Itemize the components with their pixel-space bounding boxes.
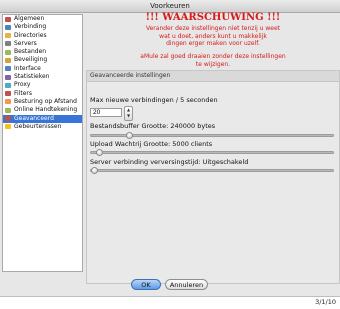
sidebar-item-servers[interactable]: Servers	[3, 40, 82, 48]
upload-queue-label: Upload Wachtrij Grootte: 5000 clients	[90, 140, 213, 148]
group-title: Geavanceerde instellingen	[90, 72, 171, 79]
warning-title: !!! WAARSCHUWING !!!	[145, 12, 281, 23]
sidebar-item-label: Geavanceerd	[14, 114, 54, 122]
sidebar-item-label: Algemeen	[14, 15, 45, 22]
sidebar-item-bestanden[interactable]: Bestanden	[3, 48, 82, 56]
max-connections-input[interactable]	[90, 108, 122, 117]
sidebar-item-verbinding[interactable]: Verbinding	[3, 23, 82, 31]
sidebar-item-label: Statistieken	[14, 73, 50, 81]
sidebar-item-label: Servers	[14, 39, 37, 47]
file-buffer-slider-thumb[interactable]	[126, 132, 134, 139]
sidebar-item-label: Gebeurtenissen	[14, 122, 62, 130]
group-header: Geavanceerde instellingen	[87, 71, 339, 82]
sidebar-item-label: Online Handtekening	[14, 106, 78, 114]
upload-queue-slider-thumb[interactable]	[95, 149, 103, 156]
sidebar-item-proxy[interactable]: Proxy	[3, 81, 82, 89]
server-icon	[5, 41, 11, 47]
window-icon	[5, 66, 11, 72]
warning-line-3: dingen erger maken voor uzelf.	[166, 40, 260, 47]
server-refresh-slider-thumb[interactable]	[91, 167, 98, 174]
sidebar-item-besturing-op-afstand[interactable]: Besturing op Afstand	[3, 98, 82, 106]
filter-icon	[5, 91, 11, 97]
advanced-settings-group: Geavanceerde instellingen Max nieuwe ver…	[86, 70, 340, 284]
sidebar-item-label: Verbinding	[14, 23, 47, 31]
sidebar-item-label: Besturing op Afstand	[14, 97, 77, 105]
sidebar-item-label: Proxy	[14, 81, 31, 89]
sidebar-item-algemeen[interactable]: Algemeen	[3, 15, 82, 23]
max-connections-stepper[interactable]: ▲ ▼	[124, 106, 133, 121]
sidebar-item-statistieken[interactable]: Statistieken	[3, 73, 82, 81]
proxy-icon	[5, 82, 11, 88]
folder-icon	[5, 33, 11, 39]
sidebar-item-label: Filters	[14, 89, 32, 97]
ok-button[interactable]: OK	[131, 279, 161, 290]
lock-icon	[5, 57, 11, 63]
sidebar-item-label: Bestanden	[14, 48, 47, 56]
sidebar-item-interface[interactable]: Interface	[3, 65, 82, 73]
file-buffer-label: Bestandsbuffer Grootte: 240000 bytes	[90, 122, 216, 130]
file-icon	[5, 49, 11, 55]
preferences-window: Voorkeuren Algemeen Verbinding Directories…	[0, 0, 340, 297]
main-panel: !!! WAARSCHUWING !!! Verander deze inste…	[86, 12, 340, 284]
remote-icon	[5, 99, 11, 105]
sidebar-item-filters[interactable]: Filters	[3, 90, 82, 98]
sidebar-item-geavanceerd[interactable]: Geavanceerd	[3, 114, 82, 123]
sidebar-item-directories[interactable]: Directories	[3, 32, 82, 40]
signature-icon	[5, 107, 11, 113]
cancel-button[interactable]: Annuleren	[165, 279, 208, 290]
sidebar-item-label: Interface	[14, 64, 41, 72]
upload-queue-slider[interactable]	[90, 149, 334, 156]
home-icon	[5, 16, 11, 22]
chart-icon	[5, 74, 11, 80]
events-icon	[5, 124, 11, 130]
preferences-sidebar: Algemeen Verbinding Directories Servers Best…	[2, 14, 83, 272]
sidebar-item-gebeurtenissen[interactable]: Gebeurtenissen	[3, 123, 82, 131]
sidebar-item-label: Beveiliging	[14, 56, 48, 64]
footer-date: 3/1/10	[315, 298, 336, 306]
server-refresh-label: Server verbinding verversingstijd: Uitge…	[90, 158, 249, 166]
file-buffer-slider[interactable]	[90, 132, 334, 139]
sidebar-item-label: Directories	[14, 31, 47, 39]
max-connections-label: Max nieuwe verbindingen / 5 seconden	[90, 96, 218, 104]
sidebar-item-online-handtekening[interactable]: Online Handtekening	[3, 106, 82, 114]
network-icon	[5, 24, 11, 30]
window-title: Voorkeuren	[150, 2, 190, 10]
server-refresh-slider[interactable]	[90, 167, 334, 174]
warning-line-5: te wijzigen.	[195, 60, 231, 68]
advanced-icon	[5, 116, 11, 122]
sidebar-item-beveiliging[interactable]: Beveiliging	[3, 56, 82, 64]
